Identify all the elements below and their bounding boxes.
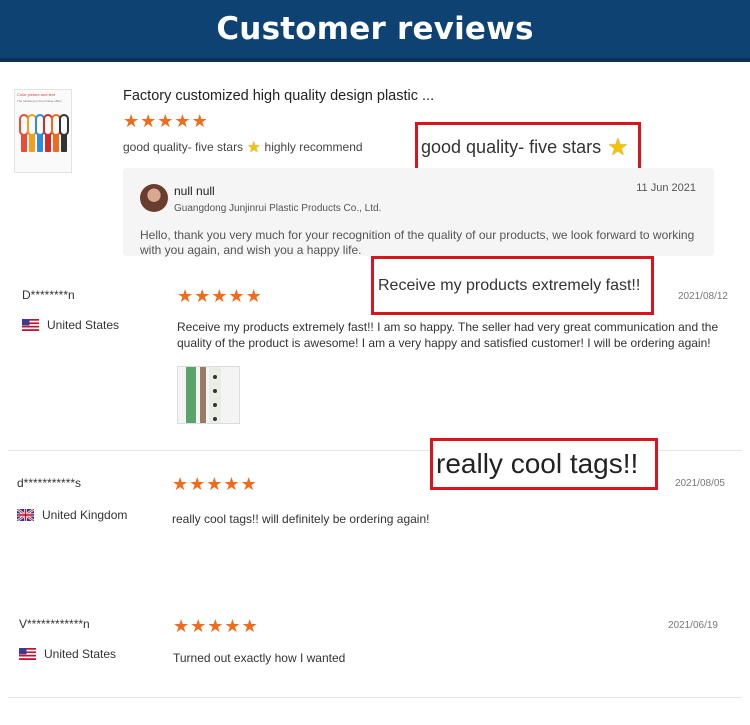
star-icon: ★ bbox=[241, 616, 258, 636]
star-icon: ★ bbox=[174, 111, 191, 131]
reply-date: 11 Jun 2021 bbox=[636, 182, 696, 194]
highlight-callout: Receive my products extremely fast!! bbox=[371, 256, 654, 315]
uk-flag-icon bbox=[17, 509, 34, 521]
star-emoji-icon: ★ bbox=[247, 139, 261, 156]
tag-body bbox=[37, 134, 43, 152]
star-icon: ★ bbox=[245, 286, 262, 306]
tag-body bbox=[61, 134, 67, 152]
reviewer-country: United Kingdom bbox=[17, 508, 127, 522]
star-icon: ★ bbox=[189, 474, 206, 494]
thumb-caption-secondary: The following is the printing effect bbox=[17, 99, 62, 103]
tag-loop bbox=[59, 114, 69, 136]
reply-author: null null bbox=[174, 184, 215, 198]
review-date: 2021/08/12 bbox=[677, 291, 728, 302]
divider bbox=[8, 697, 742, 698]
star-icon: ★ bbox=[207, 616, 224, 636]
review-text: good quality- five stars bbox=[123, 140, 244, 154]
avatar bbox=[140, 184, 168, 212]
reply-company: Guangdong Junjinrui Plastic Products Co.… bbox=[174, 203, 382, 214]
reply-text: Hello, thank you very much for your reco… bbox=[140, 228, 695, 257]
highlight-text: Receive my products extremely fast!! bbox=[378, 276, 641, 294]
review-suffix: highly recommend bbox=[264, 140, 363, 154]
star-icon: ★ bbox=[191, 111, 208, 131]
tag-body bbox=[29, 134, 35, 152]
review-rating-stars: ★ ★ ★ ★ ★ bbox=[173, 617, 258, 635]
star-icon: ★ bbox=[206, 474, 223, 494]
review-text: Receive my products extremely fast!! I a… bbox=[177, 320, 719, 350]
star-icon: ★ bbox=[211, 286, 228, 306]
review-date: 2021/06/19 bbox=[667, 620, 718, 631]
review-rating-stars: ★ ★ ★ ★ ★ bbox=[177, 287, 262, 305]
us-flag-icon bbox=[19, 648, 36, 660]
country-name: United States bbox=[44, 647, 117, 661]
tag-body bbox=[45, 134, 51, 152]
tag-body bbox=[21, 134, 27, 152]
product-title[interactable]: Factory customized high quality design p… bbox=[123, 88, 434, 104]
highlight-callout: really cool tags!! bbox=[430, 438, 658, 490]
page-header: Customer reviews bbox=[0, 0, 750, 62]
star-icon: ★ bbox=[194, 286, 211, 306]
page-title: Customer reviews bbox=[216, 11, 534, 47]
star-icon: ★ bbox=[223, 474, 240, 494]
star-icon: ★ bbox=[240, 474, 257, 494]
review-rating-stars: ★ ★ ★ ★ ★ bbox=[172, 475, 257, 493]
review-date: 2021/08/05 bbox=[674, 478, 725, 489]
reviewer-name: V************n bbox=[19, 617, 90, 631]
review-text: Turned out exactly how I wanted bbox=[173, 651, 346, 665]
star-emoji-icon: ★ bbox=[607, 133, 629, 161]
review-text: really cool tags!! will definitely be or… bbox=[172, 512, 430, 526]
star-icon: ★ bbox=[157, 111, 174, 131]
product-thumbnail[interactable]: Color picture and text The following is … bbox=[14, 89, 72, 173]
country-name: United States bbox=[47, 318, 120, 332]
highlight-text: good quality- five stars bbox=[421, 136, 602, 157]
product-review-text: good quality- five stars ★ highly recomm… bbox=[123, 138, 363, 156]
star-icon: ★ bbox=[172, 474, 189, 494]
reviewer-name: D********n bbox=[22, 288, 75, 302]
reviewer-name: d***********s bbox=[17, 476, 82, 490]
star-icon: ★ bbox=[173, 616, 190, 636]
highlight-text: really cool tags!! bbox=[436, 448, 639, 479]
star-icon: ★ bbox=[224, 616, 241, 636]
seller-reply: null null Guangdong Junjinrui Plastic Pr… bbox=[123, 168, 714, 257]
tag-body bbox=[53, 134, 59, 152]
star-icon: ★ bbox=[140, 111, 157, 131]
review-photo[interactable] bbox=[177, 366, 240, 424]
product-rating-stars: ★ ★ ★ ★ ★ bbox=[123, 112, 208, 130]
country-name: United Kingdom bbox=[42, 508, 128, 522]
star-icon: ★ bbox=[228, 286, 245, 306]
thumb-caption: Color picture and text bbox=[17, 92, 56, 97]
star-icon: ★ bbox=[123, 111, 140, 131]
reviewer-country: United States bbox=[19, 647, 116, 661]
star-icon: ★ bbox=[177, 286, 194, 306]
highlight-callout: good quality- five stars ★ bbox=[415, 122, 641, 172]
reviewer-country: United States bbox=[22, 318, 119, 332]
star-icon: ★ bbox=[190, 616, 207, 636]
us-flag-icon bbox=[22, 319, 39, 331]
